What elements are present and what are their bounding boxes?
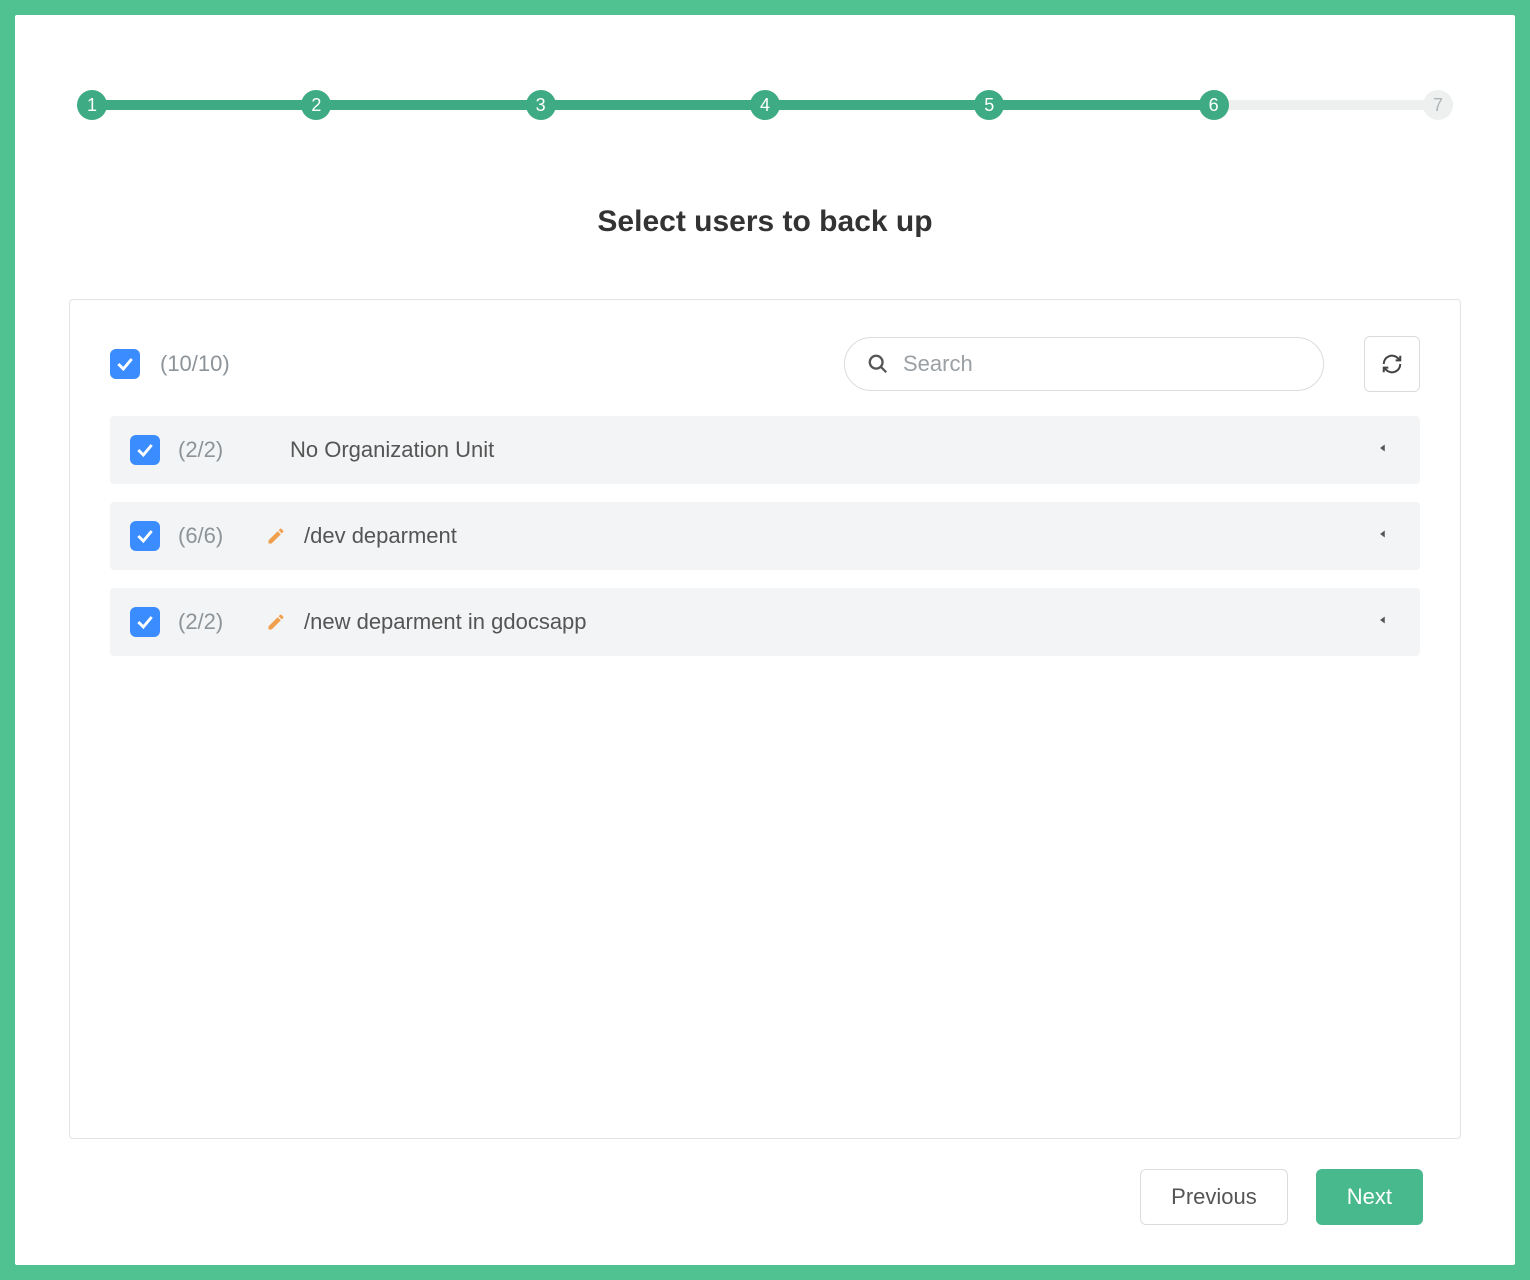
row-checkbox[interactable] — [130, 435, 160, 465]
step-1[interactable]: 1 — [77, 90, 107, 120]
row-name: /dev deparment — [304, 523, 457, 549]
stepper: 1 2 3 4 5 6 7 — [77, 85, 1453, 125]
step-2[interactable]: 2 — [301, 90, 331, 120]
step-6[interactable]: 6 — [1199, 90, 1229, 120]
row-checkbox[interactable] — [130, 607, 160, 637]
search-field[interactable] — [844, 337, 1324, 391]
refresh-button[interactable] — [1364, 336, 1420, 392]
selection-panel: (10/10) — [69, 299, 1461, 1139]
row-name: /new deparment in gdocsapp — [304, 609, 587, 635]
caret-left-icon[interactable] — [1376, 613, 1390, 632]
step-4[interactable]: 4 — [750, 90, 780, 120]
caret-left-icon[interactable] — [1376, 527, 1390, 546]
selection-topbar: (10/10) — [110, 336, 1420, 392]
refresh-icon — [1381, 353, 1403, 375]
pencil-icon[interactable] — [266, 526, 286, 546]
row-count: (2/2) — [178, 437, 248, 463]
search-icon — [867, 353, 889, 375]
search-input[interactable] — [901, 350, 1301, 378]
wizard-modal: 1 2 3 4 5 6 7 Select users to back up (10/10) — [15, 15, 1515, 1265]
previous-button[interactable]: Previous — [1140, 1169, 1288, 1225]
stepper-dots: 1 2 3 4 5 6 7 — [77, 85, 1453, 125]
org-unit-row[interactable]: (6/6) /dev deparment — [110, 502, 1420, 570]
org-unit-row[interactable]: (2/2) /new deparment in gdocsapp — [110, 588, 1420, 656]
step-7[interactable]: 7 — [1423, 90, 1453, 120]
pencil-icon[interactable] — [266, 612, 286, 632]
row-checkbox[interactable] — [130, 521, 160, 551]
caret-left-icon[interactable] — [1376, 441, 1390, 460]
select-all-checkbox[interactable] — [110, 349, 140, 379]
step-5[interactable]: 5 — [974, 90, 1004, 120]
next-button[interactable]: Next — [1316, 1169, 1423, 1225]
row-name: No Organization Unit — [290, 437, 494, 463]
org-unit-row[interactable]: (2/2) No Organization Unit — [110, 416, 1420, 484]
select-all-count: (10/10) — [160, 351, 230, 377]
page-title: Select users to back up — [55, 205, 1475, 239]
step-3[interactable]: 3 — [526, 90, 556, 120]
row-count: (6/6) — [178, 523, 248, 549]
row-count: (2/2) — [178, 609, 248, 635]
wizard-footer: Previous Next — [55, 1139, 1475, 1225]
